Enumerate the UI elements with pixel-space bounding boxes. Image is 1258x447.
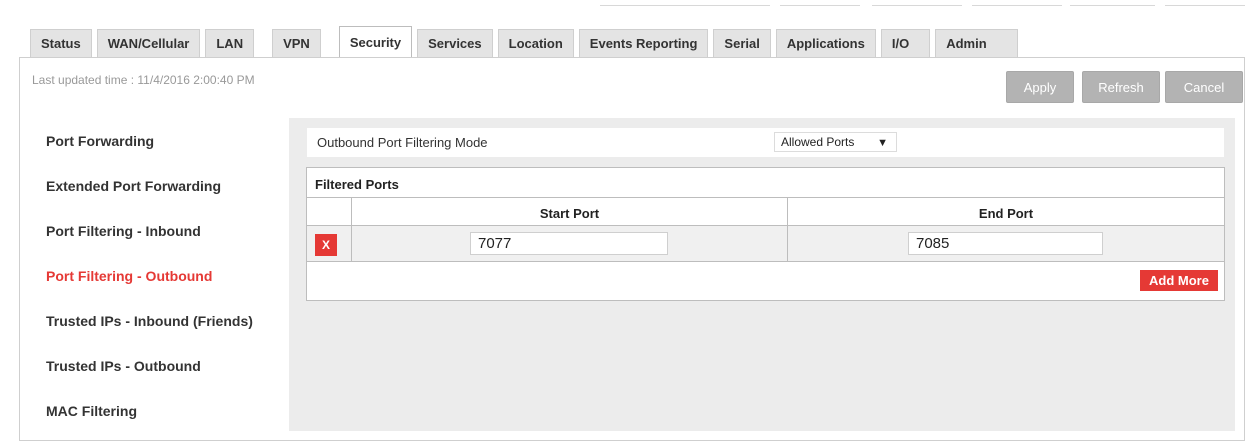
column-divider: [351, 226, 352, 261]
sidebar-item-trusted-ips-inbound[interactable]: Trusted IPs - Inbound (Friends): [31, 298, 289, 343]
column-divider: [787, 226, 788, 261]
last-updated-text: Last updated time : 11/4/2016 2:00:40 PM: [32, 73, 255, 87]
start-port-input[interactable]: 7077: [470, 232, 668, 255]
tab-applications[interactable]: Applications: [775, 29, 876, 57]
filtering-mode-select[interactable]: Allowed Ports ▼: [774, 132, 897, 152]
sidebar-item-mac-filtering[interactable]: MAC Filtering: [31, 388, 289, 433]
table-header-row: Start Port End Port: [307, 197, 1224, 226]
sidebar: Port Forwarding Extended Port Forwarding…: [31, 118, 289, 433]
refresh-button[interactable]: Refresh: [1082, 71, 1160, 103]
chevron-down-icon: ▼: [877, 137, 888, 149]
filtering-mode-row: Outbound Port Filtering Mode Allowed Por…: [307, 128, 1224, 157]
main-panel: Last updated time : 11/4/2016 2:00:40 PM…: [19, 57, 1245, 441]
sidebar-item-port-forwarding[interactable]: Port Forwarding: [31, 118, 289, 163]
tab-status[interactable]: Status: [30, 29, 92, 57]
sidebar-item-extended-port-forwarding[interactable]: Extended Port Forwarding: [31, 163, 289, 208]
content-area: Outbound Port Filtering Mode Allowed Por…: [289, 118, 1235, 431]
filtering-mode-label: Outbound Port Filtering Mode: [317, 135, 488, 150]
filtered-ports-table: Filtered Ports Start Port End Port X 707…: [306, 167, 1225, 301]
tab-services[interactable]: Services: [417, 29, 493, 57]
cancel-button[interactable]: Cancel: [1165, 71, 1243, 103]
top-strip: [0, 0, 1258, 12]
tab-security[interactable]: Security: [338, 26, 413, 57]
add-more-button[interactable]: Add More: [1140, 270, 1218, 291]
end-port-input[interactable]: 7085: [908, 232, 1103, 255]
tab-location[interactable]: Location: [497, 29, 574, 57]
apply-button[interactable]: Apply: [1006, 71, 1074, 103]
tab-lan[interactable]: LAN: [205, 29, 255, 57]
table-row: X 7077 7085: [307, 226, 1224, 262]
sidebar-item-trusted-ips-outbound[interactable]: Trusted IPs - Outbound: [31, 343, 289, 388]
column-header-start-port: Start Port: [539, 206, 600, 221]
tab-wan-cellular[interactable]: WAN/Cellular: [96, 29, 201, 57]
tab-admin[interactable]: Admin: [935, 29, 1018, 57]
tab-events-reporting[interactable]: Events Reporting: [578, 29, 709, 57]
column-header-end-port: End Port: [978, 206, 1034, 221]
main-tabs: Status WAN/Cellular LAN VPN Security Ser…: [30, 26, 1023, 57]
tab-io[interactable]: I/O: [880, 29, 931, 57]
tab-serial[interactable]: Serial: [713, 29, 771, 57]
tab-vpn[interactable]: VPN: [272, 29, 321, 57]
delete-row-button[interactable]: X: [315, 234, 337, 256]
filtered-ports-title: Filtered Ports: [315, 177, 399, 192]
sidebar-item-port-filtering-outbound[interactable]: Port Filtering - Outbound: [31, 253, 289, 298]
filtering-mode-value: Allowed Ports: [781, 135, 855, 149]
sidebar-item-port-filtering-inbound[interactable]: Port Filtering - Inbound: [31, 208, 289, 253]
